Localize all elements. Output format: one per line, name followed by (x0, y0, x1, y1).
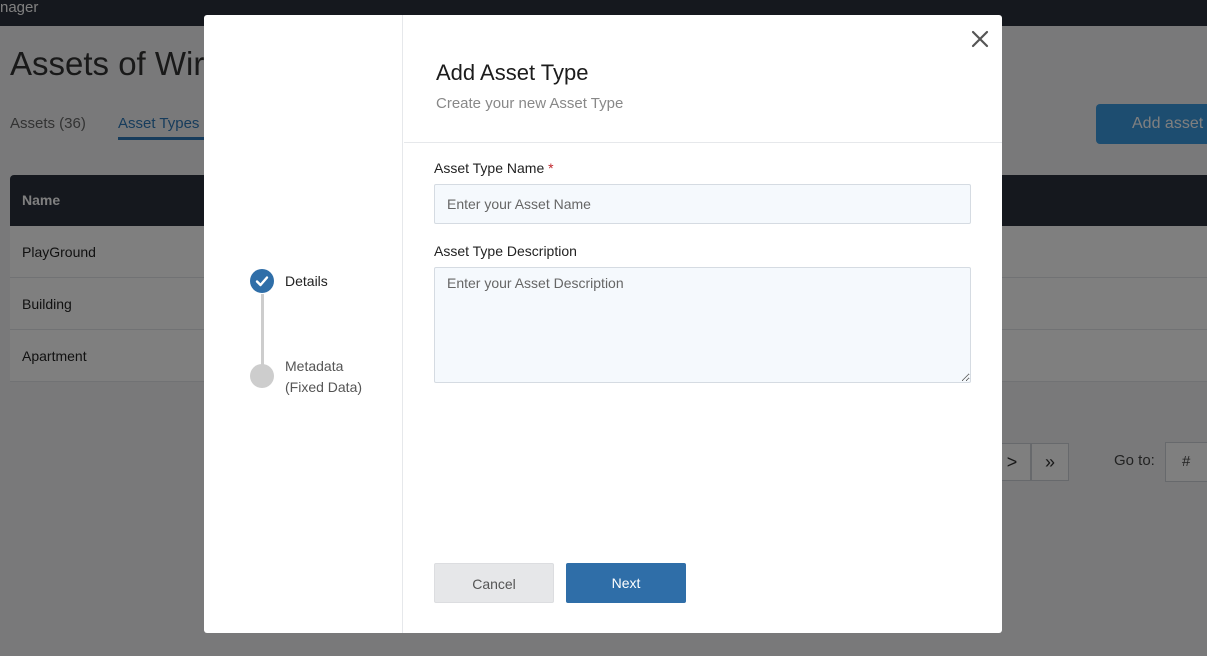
step-metadata-label: Metadata (Fixed Data) (285, 356, 362, 398)
stepper: Details Metadata (Fixed Data) (204, 15, 403, 633)
cancel-button[interactable]: Cancel (434, 563, 554, 603)
check-icon (250, 269, 274, 293)
asset-type-description-label: Asset Type Description (434, 243, 577, 259)
asset-type-name-label-text: Asset Type Name (434, 160, 545, 176)
asset-type-description-input[interactable] (434, 267, 971, 383)
step-details-label: Details (285, 273, 328, 289)
asset-type-name-label: Asset Type Name * (434, 160, 554, 176)
modal-subtitle: Create your new Asset Type (436, 95, 624, 112)
modal-title: Add Asset Type (436, 60, 589, 85)
step-metadata-label-line2: (Fixed Data) (285, 379, 363, 395)
next-button[interactable]: Next (566, 563, 686, 603)
required-mark: * (548, 160, 554, 176)
modal-header: Add Asset Type Create your new Asset Typ… (404, 15, 1002, 143)
step-metadata-label-line1: Metadata (285, 358, 344, 374)
add-asset-type-modal: Details Metadata (Fixed Data) Add Asset … (204, 15, 1002, 633)
asset-type-name-input[interactable] (434, 184, 971, 224)
step-pending-dot (250, 364, 274, 388)
close-icon[interactable] (969, 28, 991, 50)
